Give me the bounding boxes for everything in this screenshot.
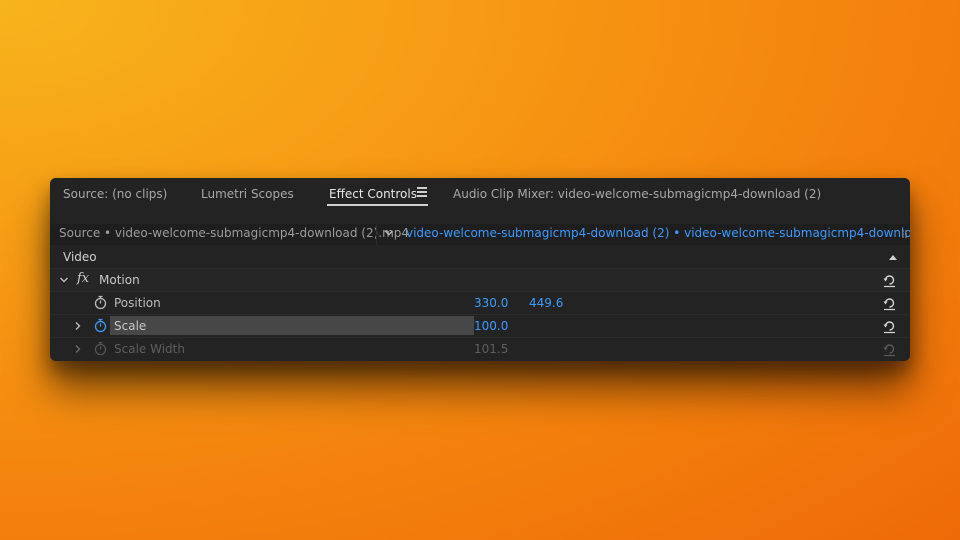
chevron-down-icon[interactable] bbox=[384, 226, 394, 240]
scale-row: Scale 100.0 bbox=[50, 315, 910, 338]
tab-audio-clip-mixer[interactable]: Audio Clip Mixer: video-welcome-submagic… bbox=[453, 184, 821, 204]
chevron-right-icon[interactable] bbox=[73, 342, 83, 356]
stopwatch-icon[interactable] bbox=[94, 295, 107, 310]
motion-row: fx Motion bbox=[50, 269, 910, 292]
panel-tab-bar: Source: (no clips) Lumetri Scopes Effect… bbox=[50, 178, 910, 224]
grip-icon[interactable] bbox=[901, 229, 909, 239]
tab-source[interactable]: Source: (no clips) bbox=[63, 184, 167, 204]
tab-effect-controls[interactable]: Effect Controls bbox=[329, 184, 417, 204]
effect-controls-panel: Source: (no clips) Lumetri Scopes Effect… bbox=[50, 178, 910, 361]
tab-lumetri-scopes[interactable]: Lumetri Scopes bbox=[201, 184, 294, 204]
reset-icon[interactable] bbox=[882, 296, 897, 311]
position-y-value[interactable]: 449.6 bbox=[529, 296, 563, 310]
chevron-right-icon[interactable] bbox=[73, 319, 83, 333]
source-sequence-bar: Source • video-welcome-submagicmp4-downl… bbox=[50, 224, 910, 245]
scale-row-highlight bbox=[110, 316, 474, 335]
reset-icon bbox=[883, 344, 895, 357]
position-x-value[interactable]: 330.0 bbox=[474, 296, 508, 310]
reset-icon[interactable] bbox=[882, 273, 897, 288]
reset-icon[interactable] bbox=[882, 319, 897, 334]
stopwatch-icon[interactable] bbox=[94, 318, 107, 333]
scale-width-row: Scale Width 101.5 bbox=[50, 338, 910, 360]
scale-label: Scale bbox=[114, 319, 147, 333]
position-row: Position 330.0 449.6 bbox=[50, 292, 910, 315]
position-label: Position bbox=[114, 296, 161, 310]
fx-badge[interactable]: fx bbox=[77, 271, 89, 286]
video-section-label: Video bbox=[63, 250, 97, 264]
motion-label: Motion bbox=[99, 273, 140, 287]
video-section-header: Video bbox=[50, 246, 910, 269]
triangle-up-icon[interactable] bbox=[888, 253, 898, 261]
source-clip-label: Source • video-welcome-submagicmp4-downl… bbox=[59, 226, 410, 240]
scale-width-label: Scale Width bbox=[114, 342, 185, 356]
scale-width-value: 101.5 bbox=[474, 342, 509, 356]
scale-value[interactable]: 100.0 bbox=[474, 319, 508, 333]
stopwatch-icon bbox=[94, 341, 107, 356]
sequence-clip-link[interactable]: video-welcome-submagicmp4-download (2) •… bbox=[406, 226, 910, 240]
source-divider bbox=[376, 224, 377, 245]
chevron-down-icon[interactable] bbox=[59, 274, 69, 286]
active-tab-underline bbox=[327, 204, 428, 206]
hamburger-menu-icon[interactable] bbox=[417, 187, 427, 198]
